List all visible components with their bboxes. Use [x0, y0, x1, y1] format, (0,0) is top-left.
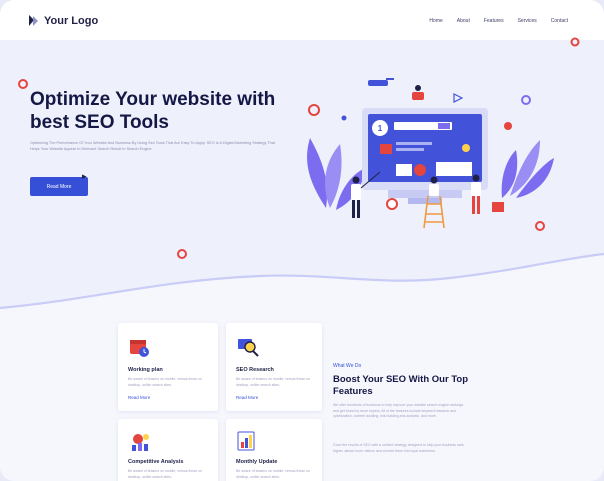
nav-link-home[interactable]: Home — [429, 18, 442, 24]
nav-links: Home About Features Services Contact — [429, 18, 568, 24]
hero-subtitle: Optimizing The Performance Of Your Websi… — [30, 141, 275, 151]
analysis-icon — [132, 434, 149, 451]
hero-title: Optimize Your website with best SEO Tool… — [30, 89, 276, 133]
read-more-button[interactable]: Read More — [30, 177, 88, 196]
seo-illustration: 1 — [307, 78, 554, 229]
card-description: Be aware of teasers on mobile, versus th… — [236, 469, 310, 479]
magnifier-icon — [238, 339, 259, 357]
card-read-more-link[interactable]: Read More — [128, 395, 150, 400]
card-title: Competitive Analysis — [128, 459, 184, 465]
leaf-plant-right — [501, 140, 554, 198]
ring-decoration — [570, 37, 580, 47]
feature-card-monthly-update[interactable]: Monthly Update Be aware of teasers on mo… — [226, 419, 322, 481]
feature-card-seo-research[interactable]: SEO Research Be aware of teasers on mobi… — [226, 323, 322, 411]
ring-decoration — [177, 249, 187, 259]
section-title: Boost Your SEO With Our Top Features — [333, 374, 469, 397]
card-read-more-link[interactable]: Read More — [236, 395, 258, 400]
page-frame: Your Logo Home About Features Services C… — [0, 0, 604, 481]
feature-card-competitive-analysis[interactable]: Competitive Analysis Be aware of teasers… — [118, 419, 218, 481]
nav-link-services[interactable]: Services — [518, 18, 537, 24]
section-paragraph: We offer hundreds of functions to help i… — [333, 403, 464, 418]
card-title: SEO Research — [236, 367, 274, 373]
feature-card-working-plan[interactable]: Working plan Be aware of teasers on mobi… — [118, 323, 218, 411]
hero-wave-divider — [0, 252, 604, 330]
nav-link-contact[interactable]: Contact — [551, 18, 568, 24]
bar-chart-icon — [237, 431, 255, 451]
logo-icon — [29, 15, 38, 26]
nav-link-about[interactable]: About — [457, 18, 470, 24]
card-title: Monthly Update — [236, 459, 278, 465]
card-description: Be aware of teasers on mobile, versus th… — [128, 469, 202, 479]
pointer-cursor-icon: ▸ — [82, 171, 87, 181]
card-description: Be aware of teasers on mobile, versus th… — [128, 377, 202, 387]
section-paragraph: Grow the results of SEO with a content s… — [333, 443, 464, 453]
top-navbar: Your Logo Home About Features Services C… — [0, 0, 604, 40]
section-label: What We Do — [333, 363, 362, 369]
svg-text:1: 1 — [378, 124, 383, 133]
logo-text: Your Logo — [44, 14, 99, 27]
calendar-icon — [130, 340, 149, 357]
card-description: Be aware of teasers on mobile, versus th… — [236, 377, 310, 387]
nav-link-features[interactable]: Features — [484, 18, 504, 24]
card-title: Working plan — [128, 367, 163, 373]
ring-decoration — [18, 79, 28, 89]
logo[interactable]: Your Logo — [28, 14, 98, 27]
